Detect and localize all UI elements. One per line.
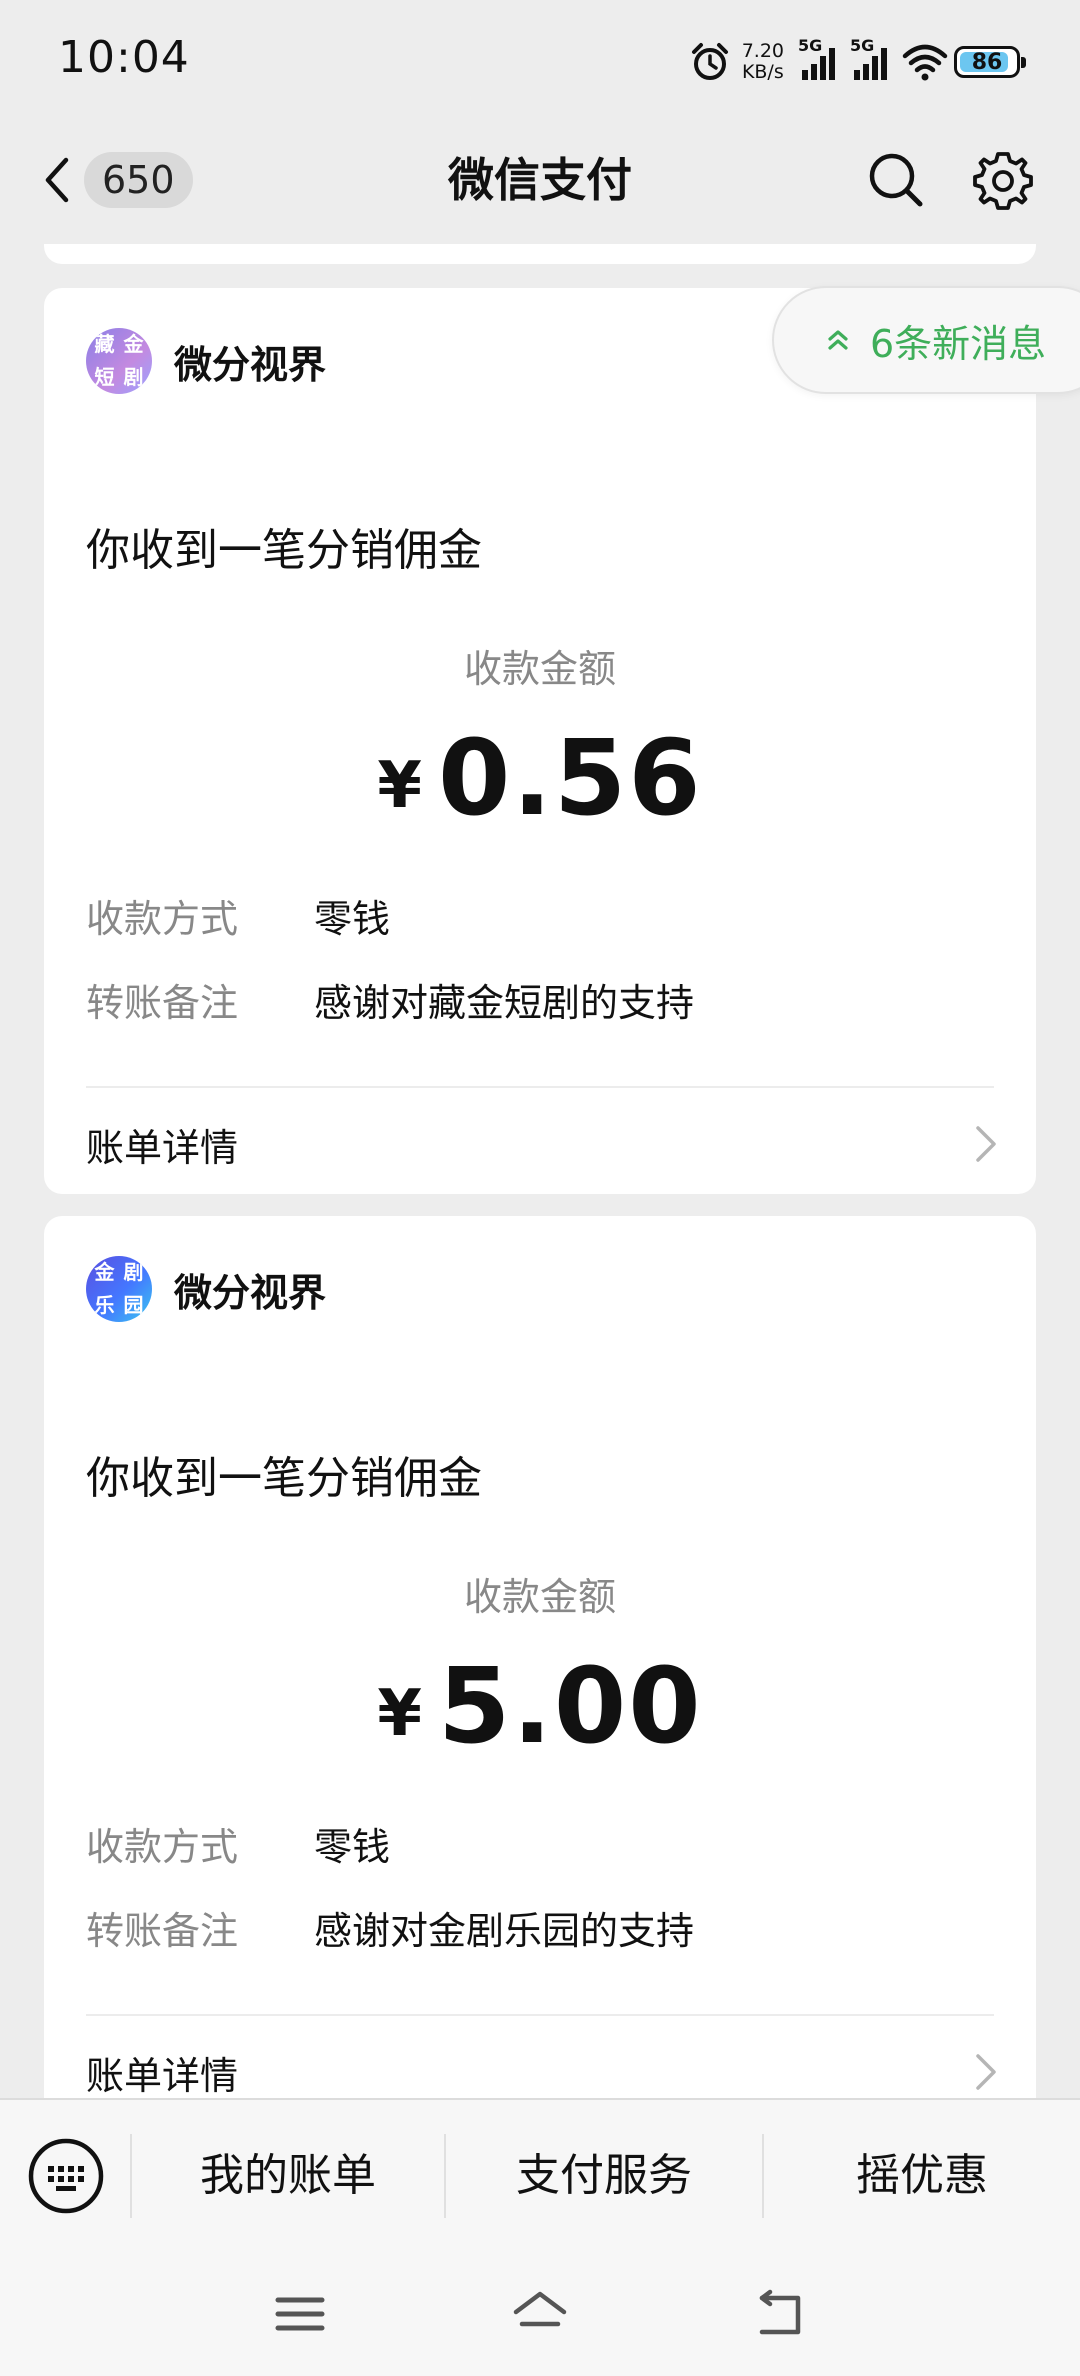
signal-sim2: 5G (850, 36, 892, 82)
menu-shake-deals[interactable]: 摇优惠 (764, 2144, 1080, 2208)
status-bar: 10:04 7.20 KB/s 5G 5G 86 (0, 0, 1080, 120)
divider (86, 1086, 994, 1088)
navigation-bar: 650 微信支付 (0, 120, 1080, 244)
previous-card-edge (44, 244, 1036, 264)
sender-name[interactable]: 微分视界 (174, 334, 326, 389)
amount-label: 收款金额 (463, 1575, 616, 1619)
network-speed: 7.20 KB/s (742, 41, 784, 83)
row-value: 零钱 (314, 1825, 391, 1869)
amount-value: 0.56 (437, 717, 703, 839)
avatar-char: 短 (94, 365, 115, 389)
currency-symbol: ¥ (377, 749, 424, 823)
double-chevron-up-icon (828, 330, 848, 350)
divider (86, 2014, 994, 2016)
avatar-char: 乐 (94, 1293, 115, 1317)
bill-details-label: 账单详情 (86, 1125, 239, 1170)
row-key: 转账备注 (86, 981, 239, 1025)
menu-my-bills[interactable]: 我的账单 (132, 2144, 444, 2208)
system-navigation-bar (0, 2250, 1080, 2376)
notification-title: 你收到一笔分销佣金 (86, 1453, 482, 1504)
amount: ¥5.00 (44, 1646, 1036, 1766)
new-messages-button[interactable]: 6条新消息 (772, 286, 1080, 394)
wifi-icon (902, 44, 948, 81)
avatar[interactable]: 金 剧 乐 园 (86, 1256, 152, 1322)
avatar-char: 金 (94, 1260, 115, 1284)
payment-notification-card[interactable]: 金 剧 乐 园 微分视界 你收到一笔分销佣金 收款金额 ¥5.00 收款方式 零… (44, 1216, 1036, 2116)
row-key: 收款方式 (86, 897, 239, 941)
avatar-char: 园 (123, 1293, 144, 1317)
network-speed-value: 7.20 (741, 40, 784, 62)
avatar-char: 金 (123, 332, 144, 356)
sim1-label: 5G (798, 36, 823, 55)
home-icon[interactable] (510, 2286, 570, 2342)
amount: ¥0.56 (44, 718, 1036, 838)
network-speed-unit: KB/s (741, 61, 784, 83)
avatar-char: 剧 (123, 1260, 144, 1284)
bill-details-label: 账单详情 (86, 2053, 239, 2098)
keyboard-icon[interactable] (26, 2136, 106, 2216)
avatar-char: 藏 (94, 332, 115, 356)
amount-value: 5.00 (437, 1645, 703, 1767)
chevron-right-icon (976, 1126, 996, 1162)
amount-label: 收款金额 (463, 647, 616, 691)
sim2-label: 5G (850, 36, 875, 55)
row-value: 感谢对藏金短剧的支持 (314, 981, 695, 1025)
currency-symbol: ¥ (377, 1677, 424, 1751)
avatar[interactable]: 藏 金 短 剧 (86, 328, 152, 394)
bottom-menu: 我的账单 支付服务 摇优惠 (0, 2098, 1080, 2250)
status-icons: 7.20 KB/s 5G 5G 86 (688, 34, 1026, 90)
status-time: 10:04 (58, 32, 190, 83)
payment-notification-card[interactable]: 藏 金 短 剧 微分视界 你收到一笔分销佣金 收款金额 ¥0.56 收款方式 零… (44, 288, 1036, 1194)
notification-title: 你收到一笔分销佣金 (86, 525, 482, 576)
battery-indicator: 86 (954, 46, 1026, 78)
card-header: 藏 金 短 剧 微分视界 (86, 328, 326, 394)
payment-method-row: 收款方式 零钱 (86, 888, 390, 943)
alarm-clock-icon (691, 43, 728, 80)
menu-icon[interactable] (270, 2286, 330, 2342)
transfer-note-row: 转账备注 感谢对金剧乐园的支持 (86, 1900, 694, 1955)
avatar-char: 剧 (123, 365, 144, 389)
payment-method-row: 收款方式 零钱 (86, 1816, 390, 1871)
new-messages-label: 6条新消息 (870, 321, 1047, 366)
transfer-note-row: 转账备注 感谢对藏金短剧的支持 (86, 972, 694, 1027)
card-header: 金 剧 乐 园 微分视界 (86, 1256, 326, 1322)
bill-details-link[interactable]: 账单详情 (86, 2042, 1000, 2102)
chevron-right-icon (976, 2054, 996, 2090)
battery-level: 86 (971, 49, 1003, 75)
row-key: 转账备注 (86, 1909, 239, 1953)
row-value: 零钱 (314, 897, 391, 941)
signal-sim1: 5G (798, 36, 840, 82)
bill-details-link[interactable]: 账单详情 (86, 1114, 1000, 1174)
gear-icon[interactable] (972, 150, 1034, 212)
row-key: 收款方式 (86, 1825, 239, 1869)
menu-payment-services[interactable]: 支付服务 (446, 2144, 762, 2208)
row-value: 感谢对金剧乐园的支持 (314, 1909, 695, 1953)
sender-name[interactable]: 微分视界 (174, 1262, 326, 1317)
search-icon[interactable] (866, 150, 926, 210)
back-icon[interactable] (750, 2286, 810, 2342)
